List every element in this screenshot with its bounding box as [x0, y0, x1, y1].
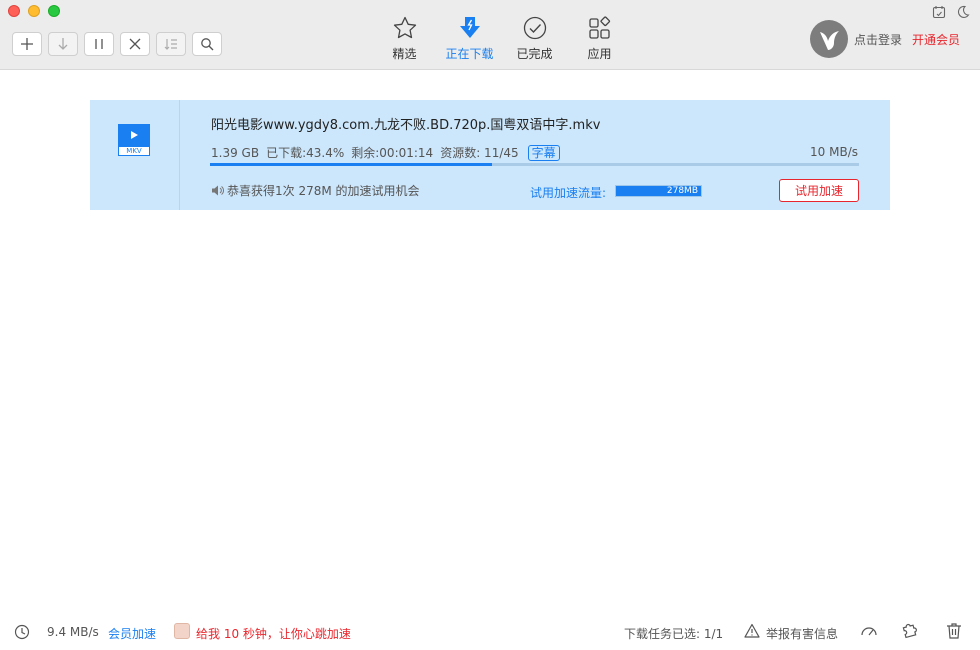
apps-icon [588, 16, 610, 39]
task-stats: 1.39 GB 已下载:43.4% 剩余:00:01:14 资源数: 11/45… [211, 144, 567, 161]
tab-apps[interactable]: 应用 [567, 14, 632, 62]
trial-traffic-amount: 278MB [666, 186, 698, 196]
task-tools [12, 32, 222, 56]
plugin-icon[interactable] [902, 622, 920, 640]
tab-completed[interactable]: 已完成 [502, 14, 567, 62]
download-icon [459, 17, 480, 38]
sort-icon [164, 39, 177, 50]
calendar-icon[interactable] [932, 5, 946, 19]
download-task-row[interactable]: MKV 阳光电影www.ygdy8.com.九龙不败.BD.720p.国粤双语中… [90, 100, 890, 210]
new-task-button[interactable] [12, 32, 42, 56]
speed-gauge-icon[interactable] [860, 623, 878, 639]
task-size: 1.39 GB [211, 145, 260, 160]
check-circle-icon [523, 16, 546, 40]
trial-traffic-bar: 278MB [615, 185, 702, 197]
subtitle-button[interactable]: 字幕 [527, 144, 560, 161]
window-extra-controls [932, 5, 970, 19]
toolbar: 精选 正在下载 已完成 应用 点击登录 开通会员 [0, 0, 980, 70]
search-icon [201, 38, 214, 51]
star-icon [393, 16, 416, 39]
main-nav: 精选 正在下载 已完成 应用 [372, 14, 632, 62]
file-type-label: MKV [118, 146, 150, 156]
delete-button[interactable] [120, 32, 150, 56]
moon-icon[interactable] [956, 5, 970, 19]
bird-logo-icon [820, 31, 839, 50]
mkv-file-icon: MKV [118, 124, 150, 156]
trial-boost-button[interactable]: 试用加速 [779, 179, 859, 202]
status-bar: 9.4 MB/s 会员加速 给我 10 秒钟，让你心跳加速 下载任务已选: 1/… [0, 618, 980, 646]
tab-downloading[interactable]: 正在下载 [437, 14, 502, 62]
vip-boost-link[interactable]: 会员加速 [108, 625, 156, 642]
task-progress-fill [210, 163, 492, 166]
speaker-icon [212, 185, 224, 196]
task-speed: 10 MB/s [810, 145, 858, 159]
play-icon [131, 131, 138, 139]
minimize-window-button[interactable] [28, 5, 40, 17]
tab-featured[interactable]: 精选 [372, 14, 437, 62]
pause-button[interactable] [84, 32, 114, 56]
tab-featured-label: 精选 [392, 47, 417, 61]
tab-completed-label: 已完成 [516, 47, 553, 61]
trial-traffic-label: 试用加速流量: [530, 186, 607, 200]
close-window-button[interactable] [8, 5, 20, 17]
login-area: 点击登录 开通会员 [810, 20, 960, 58]
task-progress-bar [210, 163, 859, 166]
start-button[interactable] [48, 32, 78, 56]
ad-link[interactable]: 给我 10 秒钟，让你心跳加速 [196, 625, 351, 642]
task-downloaded: 已下载:43.4% [266, 146, 345, 160]
task-thumbnail: MKV [90, 100, 180, 210]
pause-icon [95, 39, 103, 49]
zoom-window-button[interactable] [48, 5, 60, 17]
report-link[interactable]: 举报有害信息 [766, 625, 838, 642]
search-button[interactable] [192, 32, 222, 56]
tab-downloading-label: 正在下载 [445, 47, 494, 61]
selected-count: 下载任务已选: 1/1 [624, 627, 724, 641]
window-controls [8, 5, 60, 17]
sort-button[interactable] [156, 32, 186, 56]
warning-icon[interactable] [744, 623, 760, 639]
trash-icon[interactable] [946, 622, 962, 640]
total-speed: 9.4 MB/s [47, 625, 99, 639]
login-link[interactable]: 点击登录 [854, 31, 902, 48]
plus-icon [21, 38, 33, 50]
close-icon [129, 38, 141, 50]
ad-thumbnail-icon[interactable] [174, 623, 190, 639]
tab-apps-label: 应用 [587, 47, 612, 61]
task-resources: 资源数: 11/45 [440, 146, 519, 160]
trial-notice-text: 恭喜获得1次 278M 的加速试用机会 [227, 184, 420, 198]
avatar[interactable] [810, 20, 848, 58]
trial-notice: 恭喜获得1次 278M 的加速试用机会 [211, 182, 420, 199]
arrow-down-icon [58, 38, 68, 50]
clock-icon[interactable] [14, 624, 30, 640]
task-remaining: 剩余:00:01:14 [351, 146, 434, 160]
task-file-name: 阳光电影www.ygdy8.com.九龙不败.BD.720p.国粤双语中字.mk… [211, 118, 601, 133]
open-vip-link[interactable]: 开通会员 [912, 31, 960, 48]
